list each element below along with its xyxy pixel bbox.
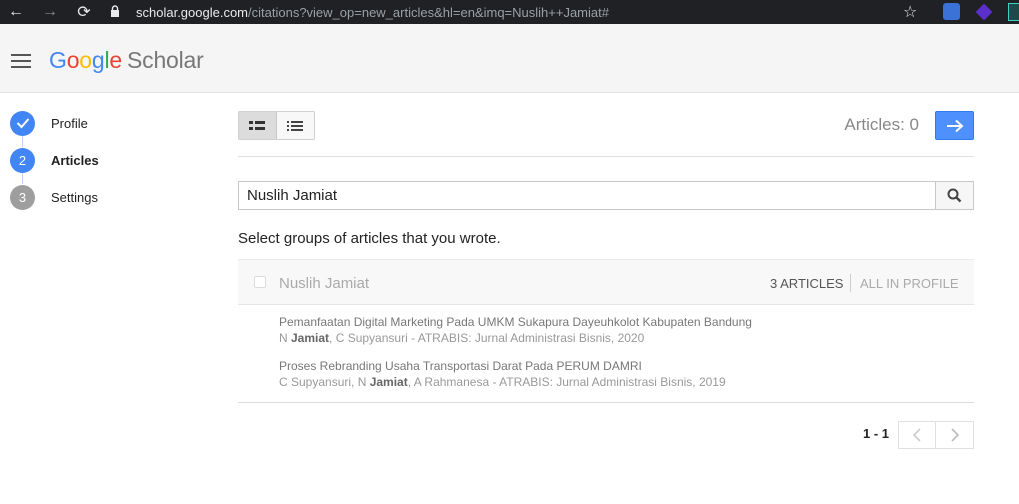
step-number: 2	[10, 147, 35, 173]
google-scholar-logo[interactable]: Google Scholar	[49, 47, 204, 74]
hamburger-menu-icon[interactable]	[11, 54, 31, 68]
grouped-view-icon[interactable]	[239, 112, 277, 139]
step-settings[interactable]: 3 Settings	[10, 184, 210, 210]
step-articles[interactable]: 2 Articles	[10, 147, 210, 173]
step-label: Articles	[51, 152, 99, 168]
reload-icon[interactable]: ⟳	[72, 0, 96, 24]
scholar-header: Google Scholar	[0, 24, 1019, 93]
step-connector	[22, 135, 23, 147]
forward-icon[interactable]: →	[38, 0, 62, 24]
address-bar[interactable]: scholar.google.com/citations?view_op=new…	[136, 0, 609, 24]
step-number: 3	[10, 184, 35, 210]
previous-page-button[interactable]	[899, 422, 937, 448]
divider	[238, 402, 974, 403]
extension-icon[interactable]	[1008, 3, 1019, 21]
step-label: Profile	[51, 115, 88, 131]
step-profile[interactable]: Profile	[10, 110, 210, 136]
group-checkbox[interactable]	[254, 276, 266, 288]
search-button[interactable]	[935, 181, 974, 210]
article-group-header: Nuslih Jamiat 3 ARTICLES ALL IN PROFILE	[238, 259, 974, 305]
url-host: scholar.google.com	[136, 4, 249, 20]
article-meta: C Supyansuri, N Jamiat, A Rahmanesa - AT…	[279, 375, 726, 389]
checkmark-icon	[10, 110, 35, 136]
group-article-count-link[interactable]: 3 ARTICLES	[770, 276, 843, 291]
url-path: /citations?view_op=new_articles&hl=en&im…	[248, 4, 609, 20]
separator	[850, 274, 851, 292]
back-icon[interactable]: ←	[4, 0, 28, 24]
next-step-button[interactable]	[935, 111, 974, 140]
chevron-left-icon	[913, 428, 921, 442]
article-meta: N Jamiat, C Supyansuri - ATRABIS: Jurnal…	[279, 331, 645, 345]
instruction-text: Select groups of articles that you wrote…	[238, 230, 501, 247]
browser-toolbar: ← → ⟳ scholar.google.com/citations?view_…	[0, 0, 1019, 24]
next-page-button[interactable]	[936, 422, 973, 448]
group-name: Nuslih Jamiat	[279, 275, 370, 292]
search-icon	[947, 188, 962, 203]
all-in-profile-link[interactable]: ALL IN PROFILE	[860, 276, 959, 291]
step-connector	[22, 172, 23, 184]
article-title: Proses Rebranding Usaha Transportasi Dar…	[279, 359, 642, 373]
list-item: Pemanfaatan Digital Marketing Pada UMKM …	[279, 315, 752, 345]
author-search-input[interactable]: Nuslih Jamiat	[238, 181, 936, 210]
extension-icon[interactable]	[975, 3, 993, 21]
bookmark-star-icon[interactable]: ☆	[903, 2, 917, 22]
lock-icon	[111, 5, 119, 17]
pagination-range: 1 - 1	[862, 426, 889, 441]
divider	[238, 156, 974, 157]
logo-product-name: Scholar	[127, 47, 204, 73]
articles-count: Articles: 0	[844, 115, 919, 134]
pagination	[898, 421, 974, 449]
view-toggle	[238, 111, 315, 140]
article-title: Pemanfaatan Digital Marketing Pada UMKM …	[279, 315, 752, 329]
arrow-right-icon	[946, 119, 963, 132]
list-item: Proses Rebranding Usaha Transportasi Dar…	[279, 359, 726, 389]
step-label: Settings	[51, 189, 98, 205]
extension-icon[interactable]	[943, 3, 960, 20]
chevron-right-icon	[950, 428, 959, 442]
list-view-icon[interactable]	[277, 112, 315, 139]
